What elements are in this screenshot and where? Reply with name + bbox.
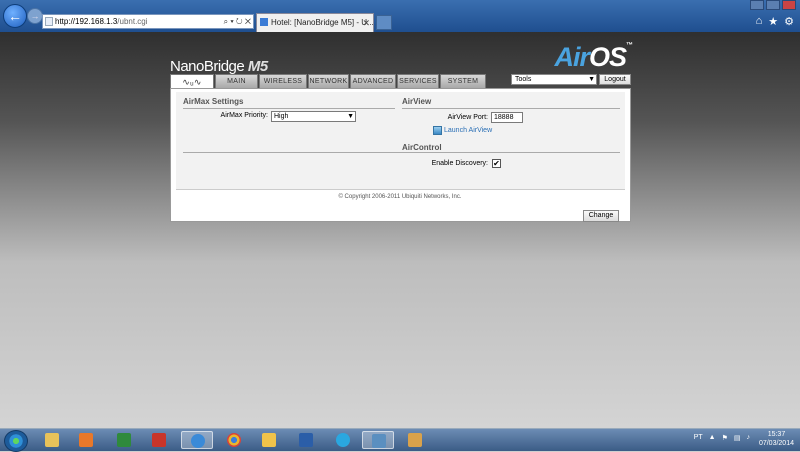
enable-discovery-label: Enable Discovery: [431, 160, 488, 167]
clock-time: 15:37 [767, 431, 786, 438]
word-icon [299, 433, 313, 447]
tools-dropdown[interactable]: Tools ▼ [511, 74, 597, 85]
taskbar-chrome[interactable] [218, 431, 250, 449]
ubnt-logo-icon: ∿ᵤ∿ [182, 77, 202, 87]
internet-explorer-icon [191, 434, 205, 448]
taskbar-clock[interactable]: 15:37 07/03/2014 [759, 430, 794, 448]
enable-discovery-checkbox[interactable]: ✔ [492, 159, 501, 168]
language-indicator[interactable]: PT [694, 434, 703, 442]
home-icon[interactable]: ⌂ [756, 15, 763, 28]
airmax-priority-select[interactable]: High ▼ [271, 111, 356, 122]
favicon-icon [260, 18, 268, 26]
tab-network[interactable]: NETWORK [308, 74, 349, 88]
close-window-button[interactable] [782, 0, 796, 10]
airview-port-label: AirView Port: [447, 114, 488, 121]
app-yellow-icon [262, 433, 276, 447]
url-host: http://192.168.1.3 [55, 17, 118, 26]
tray-expand-icon[interactable]: ▲ [709, 434, 716, 442]
main-nav: ∿ᵤ∿ MAIN WIRELESS NETWORK ADVANCED SERVI… [170, 74, 487, 88]
address-tools-icons[interactable]: ⌕ ▾ ↻ ✕ [224, 15, 251, 28]
maximize-button[interactable] [766, 0, 780, 10]
taskbar-media[interactable] [70, 431, 102, 449]
airmax-section-title: AirMax Settings [183, 97, 244, 106]
settings-panel: AirMax Settings AirMax Priority: High ▼ … [170, 88, 631, 222]
windows-taskbar: PT ▲ ⚑ ▤ ♪ 15:37 07/03/2014 [0, 428, 800, 452]
change-button[interactable]: Change [583, 210, 619, 222]
minimize-button[interactable] [750, 0, 764, 10]
settings-form-area: AirMax Settings AirMax Priority: High ▼ … [176, 92, 625, 190]
airview-launch-icon[interactable] [433, 126, 442, 135]
browser-icons: ⌂ ★ ⚙ [756, 15, 794, 28]
airos-logo: AirOS™ [554, 42, 633, 73]
excel-icon [117, 433, 131, 447]
network-icon[interactable]: ▤ [734, 434, 741, 442]
airos-os: OS [588, 42, 627, 72]
airmax-priority-value: High [274, 113, 289, 120]
airos-air: Air [554, 42, 590, 72]
airos-tm: ™ [626, 42, 633, 49]
url-path: /ubnt.cgi [117, 17, 148, 26]
airview-divider [402, 108, 620, 109]
tab-services[interactable]: SERVICES [397, 74, 439, 88]
tab-main[interactable]: MAIN [215, 74, 258, 88]
back-button[interactable]: ← [3, 4, 27, 28]
window-controls [750, 0, 796, 11]
new-tab-button[interactable] [376, 15, 392, 30]
chrome-icon [227, 433, 241, 447]
paint-icon [408, 433, 422, 447]
page-icon [45, 17, 53, 26]
chevron-down-icon: ▼ [588, 76, 595, 83]
start-button[interactable] [4, 430, 28, 452]
page-viewport: NanoBridge M5 AirOS™ ∿ᵤ∿ MAIN WIRELESS N… [0, 32, 800, 428]
model-name: M5 [247, 58, 268, 75]
address-bar[interactable]: http://192.168.1.3/ubnt.cgi ⌕ ▾ ↻ ✕ [42, 14, 254, 29]
media-player-icon [79, 433, 93, 447]
airview-port-input[interactable]: 18888 [491, 112, 523, 123]
taskbar-explorer[interactable] [36, 431, 68, 449]
airmax-priority-label: AirMax Priority: [220, 112, 268, 119]
logout-button[interactable]: Logout [599, 74, 631, 85]
forward-button[interactable]: → [27, 8, 43, 24]
skype-icon [336, 433, 350, 447]
tab-advanced[interactable]: ADVANCED [350, 74, 396, 88]
settings-gear-icon[interactable]: ⚙ [784, 15, 794, 28]
tab-ubnt-logo[interactable]: ∿ᵤ∿ [170, 74, 214, 88]
airview-section-title: AirView [402, 97, 432, 106]
taskbar-remote-desktop[interactable] [362, 431, 394, 449]
tab-title: Hotel: [NanoBridge M5] - U... [271, 18, 374, 27]
app-red-icon [152, 433, 166, 447]
clock-date: 07/03/2014 [758, 440, 794, 447]
volume-icon[interactable]: ♪ [747, 434, 751, 442]
browser-tab-active[interactable]: Hotel: [NanoBridge M5] - U... ✕ [256, 13, 374, 32]
remote-desktop-icon [372, 434, 386, 448]
favorites-star-icon[interactable]: ★ [768, 15, 778, 28]
folder-icon [45, 433, 59, 447]
tab-close-icon[interactable]: ✕ [362, 14, 370, 32]
taskbar-app-red[interactable] [143, 431, 175, 449]
device-logo: NanoBridge M5 [170, 58, 268, 75]
aircontrol-section-title: AirControl [402, 143, 442, 152]
copyright-text: © Copyright 2006-2011 Ubiquiti Networks,… [338, 194, 462, 200]
taskbar-word[interactable] [290, 431, 322, 449]
browser-toolbar: ← → http://192.168.1.3/ubnt.cgi ⌕ ▾ ↻ ✕ … [0, 0, 800, 32]
aircontrol-divider [183, 152, 620, 153]
taskbar-internet-explorer[interactable] [181, 431, 213, 449]
system-tray: PT ▲ ⚑ ▤ ♪ [694, 434, 750, 442]
taskbar-paint[interactable] [399, 431, 431, 449]
brand-name: NanoBridge [170, 58, 245, 75]
tools-value: Tools [515, 76, 532, 83]
tab-system[interactable]: SYSTEM [440, 74, 486, 88]
taskbar-skype[interactable] [327, 431, 359, 449]
launch-airview-link[interactable]: Launch AirView [444, 127, 492, 134]
tab-wireless[interactable]: WIRELESS [259, 74, 307, 88]
airmax-divider [183, 108, 395, 109]
flag-icon[interactable]: ⚑ [722, 434, 728, 442]
taskbar-app-yellow[interactable] [253, 431, 285, 449]
chevron-down-icon: ▼ [347, 113, 354, 120]
taskbar-excel[interactable] [108, 431, 140, 449]
